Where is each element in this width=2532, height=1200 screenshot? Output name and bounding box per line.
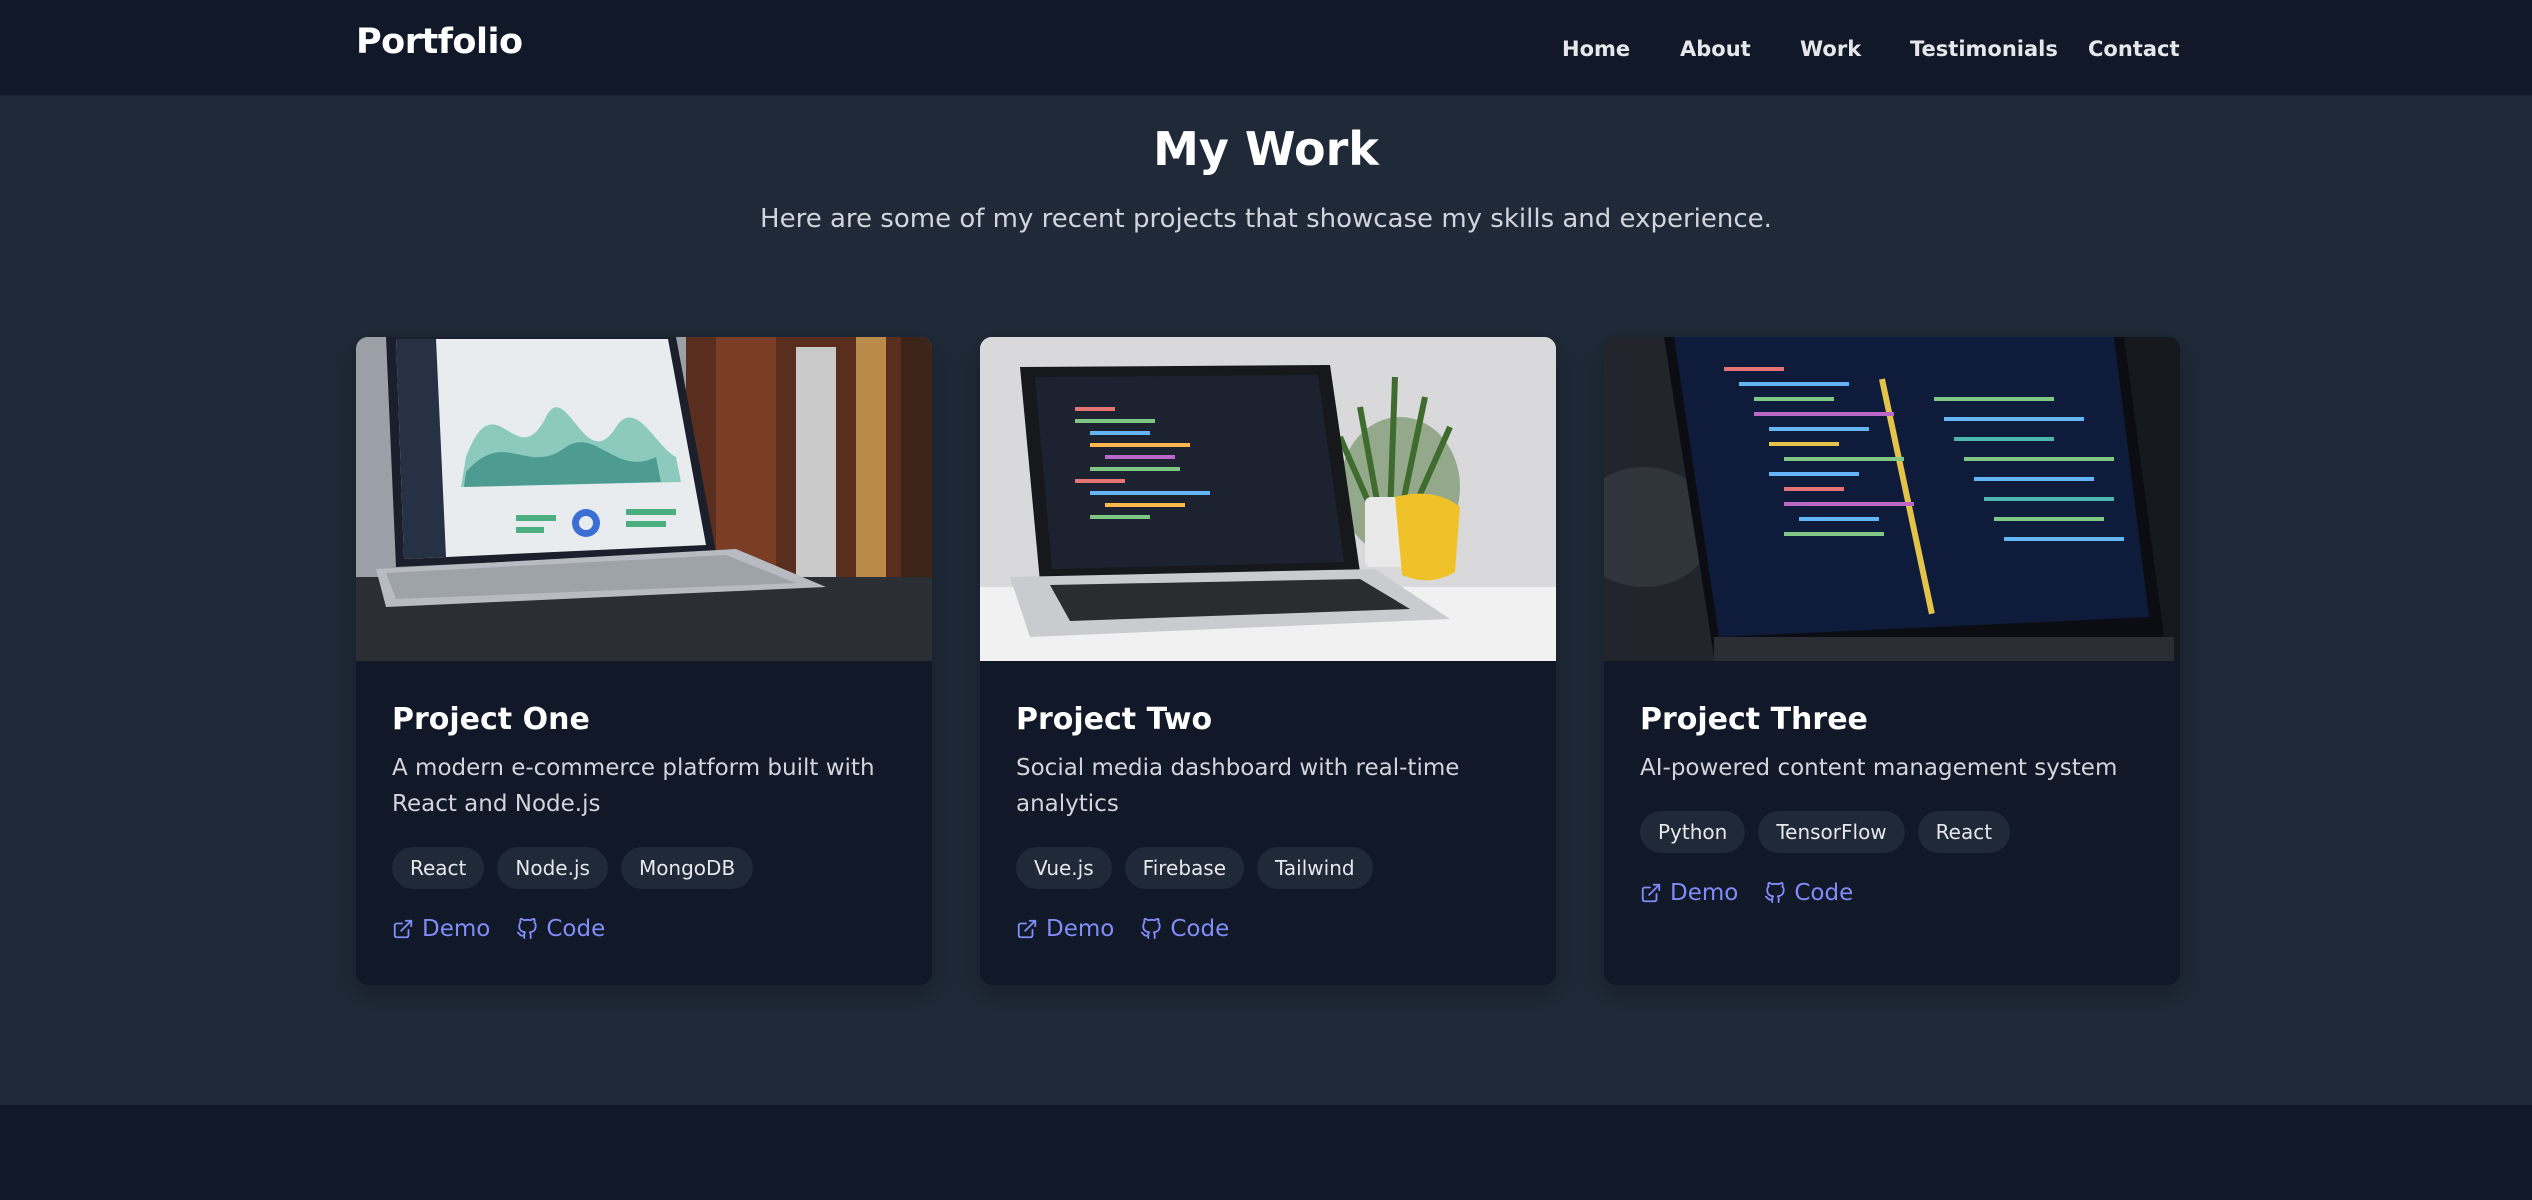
laptop-code-plant-image <box>980 337 1556 661</box>
project-card-one: Project One A modern e-commerce platform… <box>356 337 932 985</box>
tag: Vue.js <box>1016 847 1112 889</box>
tag: Firebase <box>1124 847 1245 889</box>
project-image <box>1604 337 2180 661</box>
code-link[interactable]: Code <box>516 916 605 942</box>
project-image <box>356 337 932 661</box>
code-link[interactable]: Code <box>1140 916 1229 942</box>
nav-link-contact[interactable]: Contact <box>2088 37 2180 61</box>
project-title: Project Three <box>1640 702 1868 737</box>
external-link-icon <box>393 919 413 939</box>
nav-link-about[interactable]: About <box>1680 37 1751 61</box>
nav-links: Home About Work Testimonials Contact <box>0 37 2532 67</box>
code-link[interactable]: Code <box>1764 880 1853 906</box>
project-description: A modern e-commerce platform built with … <box>392 755 875 817</box>
project-links: Demo Code <box>1016 916 1229 942</box>
project-description: AI-powered content management system <box>1640 755 2118 781</box>
demo-link-label: Demo <box>1046 916 1115 942</box>
nav-link-testimonials[interactable]: Testimonials <box>1910 37 2058 61</box>
github-icon <box>1141 918 1161 940</box>
tag: Tailwind <box>1257 847 1373 889</box>
section-subtitle: Here are some of my recent projects that… <box>760 204 1772 234</box>
tag: Node.js <box>497 847 608 889</box>
project-links: Demo Code <box>1640 880 1853 906</box>
tag-list: Python TensorFlow React <box>1640 811 2011 853</box>
tag: Python <box>1640 811 1746 853</box>
project-image <box>980 337 1556 661</box>
nav-link-work[interactable]: Work <box>1800 37 1861 61</box>
external-link-icon <box>1641 883 1661 903</box>
section-title: My Work <box>1153 122 1379 176</box>
github-icon <box>517 918 537 940</box>
demo-link-label: Demo <box>422 916 491 942</box>
project-card-two: Project Two Social media dashboard with … <box>980 337 1556 985</box>
tag: MongoDB <box>620 847 754 889</box>
tag: React <box>392 847 485 889</box>
code-link-label: Code <box>1170 916 1230 942</box>
tag-list: React Node.js MongoDB <box>392 847 754 889</box>
nav-link-home[interactable]: Home <box>1562 37 1630 61</box>
project-links: Demo Code <box>392 916 605 942</box>
tag: TensorFlow <box>1758 811 1905 853</box>
external-link-icon <box>1017 919 1037 939</box>
navbar: Portfolio Home About Work Testimonials C… <box>0 0 2532 96</box>
tag: React <box>1917 811 2011 853</box>
project-title: Project One <box>392 702 590 737</box>
demo-link[interactable]: Demo <box>1016 916 1114 942</box>
tag-list: Vue.js Firebase Tailwind <box>1016 847 1373 889</box>
project-title: Project Two <box>1016 702 1213 737</box>
footer <box>0 1105 2532 1200</box>
github-icon <box>1765 882 1785 904</box>
laptop-dark-code-image <box>1604 337 2180 661</box>
project-card-three: Project Three AI-powered content managem… <box>1604 337 2180 985</box>
code-link-label: Code <box>1794 880 1854 906</box>
laptop-dashboard-image <box>356 337 932 661</box>
code-link-label: Code <box>546 916 606 942</box>
project-description: Social media dashboard with real-time an… <box>1016 755 1460 817</box>
demo-link[interactable]: Demo <box>1640 880 1738 906</box>
demo-link[interactable]: Demo <box>392 916 490 942</box>
demo-link-label: Demo <box>1670 880 1739 906</box>
